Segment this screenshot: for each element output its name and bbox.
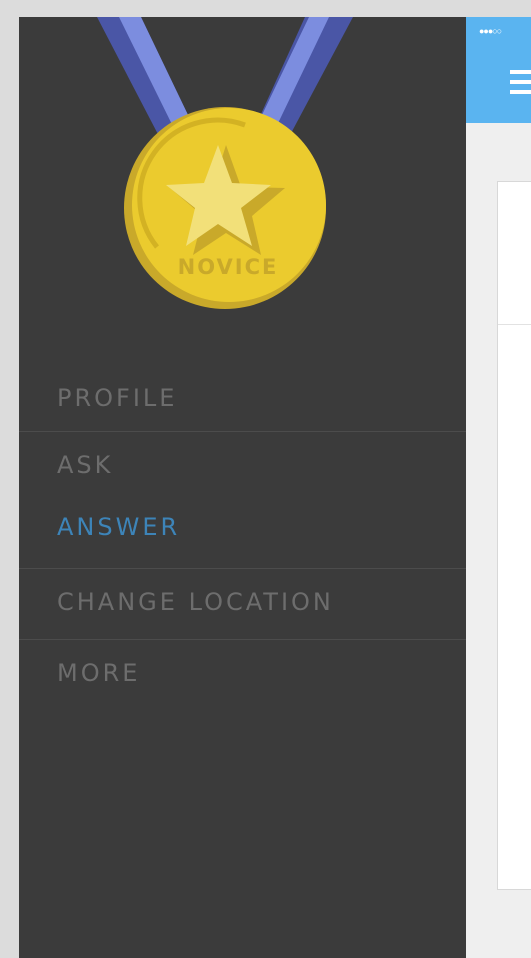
navigation-drawer: NOVICE PROFILE ASK ANSWER CHANGE LOCATIO… [19,17,466,958]
menu-item-ask[interactable]: ASK [19,432,466,498]
app-frame: NOVICE PROFILE ASK ANSWER CHANGE LOCATIO… [19,17,531,958]
signal-strength-icon: ●●●○○ [479,26,502,36]
main-content-peek: ●●●○○ [466,17,531,958]
novice-medal-icon: NOVICE [97,17,353,309]
menu-item-profile[interactable]: PROFILE [19,365,466,431]
hamburger-menu-icon[interactable] [510,70,531,94]
medal-level-label: NOVICE [178,255,279,279]
top-app-bar: ●●●○○ [466,17,531,123]
card-divider [498,324,531,325]
menu-item-change-location[interactable]: CHANGE LOCATION [19,569,466,635]
menu-item-more[interactable]: MORE [19,640,466,706]
drawer-menu: PROFILE ASK ANSWER CHANGE LOCATION MORE [19,365,466,706]
menu-item-answer[interactable]: ANSWER [19,494,466,560]
content-card [497,181,531,890]
